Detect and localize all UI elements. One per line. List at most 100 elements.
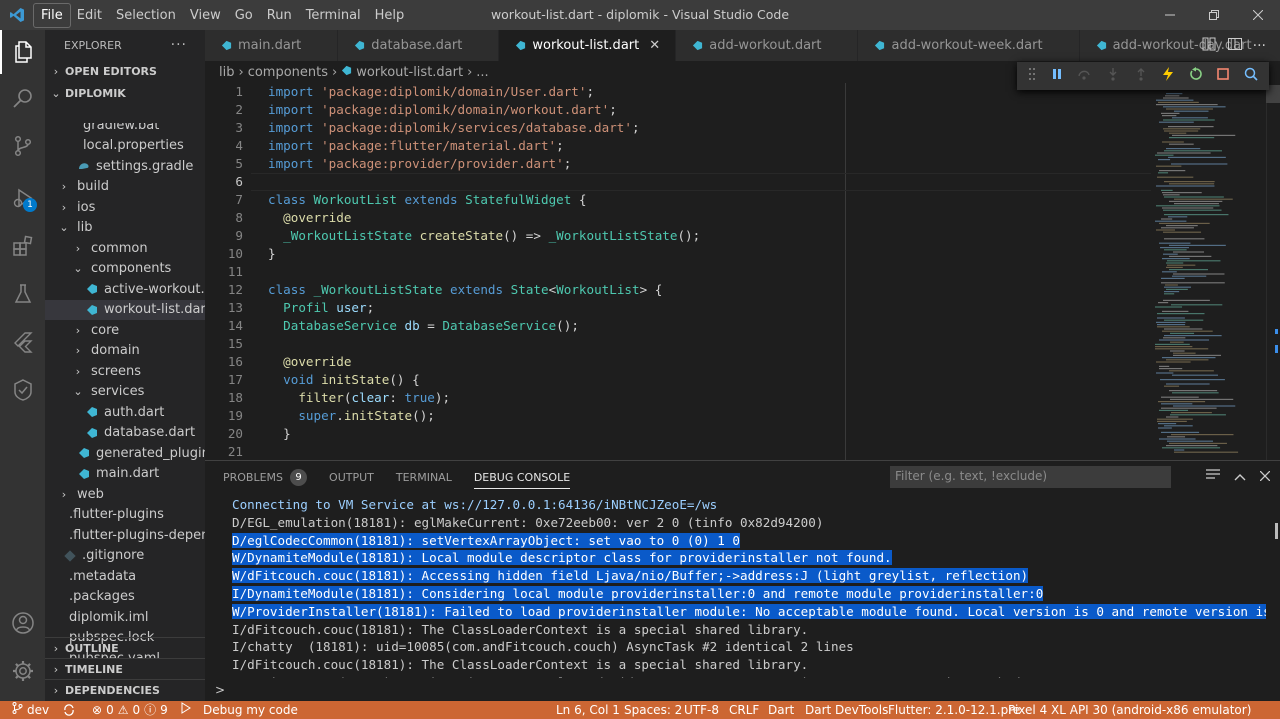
panel-tab-problems[interactable]: PROBLEMS 9	[223, 461, 308, 493]
flutter-version-status[interactable]: Flutter: 2.1.0-12.1.pre	[888, 701, 1020, 719]
menu-go[interactable]: Go	[228, 4, 260, 27]
file-item[interactable]: .flutter-plugins-depen...	[45, 525, 205, 546]
open-editors-section[interactable]: › OPEN EDITORS	[45, 60, 205, 82]
restart-icon[interactable]	[1189, 67, 1203, 85]
step-over-icon[interactable]	[1077, 67, 1091, 85]
line-number: 21	[227, 444, 243, 459]
debug-launch-status[interactable]: Debug my code	[179, 701, 298, 719]
file-item[interactable]: local.properties	[45, 136, 205, 157]
project-section[interactable]: ⌄ DIPLOMIK	[45, 82, 205, 104]
file-item[interactable]: workout-list.dart	[45, 299, 205, 320]
folder-item[interactable]: ⌄ components	[45, 259, 205, 280]
folder-item[interactable]: ⌄ lib	[45, 218, 205, 239]
folder-item[interactable]: › common	[45, 238, 205, 259]
problems-status[interactable]: ⊗ 0 ⚠ 0 ⓘ 9	[92, 701, 168, 719]
folder-item[interactable]: ⌄ services	[45, 382, 205, 403]
close-tab-icon[interactable]: ✕	[649, 38, 663, 53]
branch-status[interactable]: dev	[12, 701, 49, 719]
file-item[interactable]: diplomik.iml	[45, 607, 205, 628]
indentation-status[interactable]: Spaces: 2	[624, 701, 682, 719]
dart-devtools-status[interactable]: Dart DevTools	[805, 701, 888, 719]
split-editor-icon[interactable]	[1227, 36, 1243, 56]
minimize-button[interactable]	[1148, 0, 1192, 30]
manage-gear-icon[interactable]	[0, 649, 45, 693]
menu-run[interactable]: Run	[260, 4, 299, 27]
source-control-icon[interactable]	[0, 124, 45, 168]
account-icon[interactable]	[0, 601, 45, 645]
step-out-icon[interactable]	[1134, 67, 1148, 85]
file-item[interactable]: .flutter-plugins	[45, 505, 205, 526]
outline-section[interactable]: › OUTLINE	[45, 637, 205, 658]
step-into-icon[interactable]	[1106, 67, 1120, 85]
dependencies-section[interactable]: › DEPENDENCIES	[45, 679, 205, 700]
clear-console-icon[interactable]	[1206, 469, 1220, 485]
cursor-position[interactable]: Ln 6, Col 1	[556, 701, 620, 719]
language-mode[interactable]: Dart	[768, 701, 794, 719]
close-panel-icon[interactable]	[1259, 470, 1271, 485]
file-item[interactable]: .gitignore	[45, 546, 205, 567]
restore-button[interactable]	[1192, 0, 1236, 30]
file-item[interactable]: main.dart	[45, 464, 205, 485]
panel-tab-debug-console[interactable]: DEBUG CONSOLE	[473, 461, 571, 493]
file-item[interactable]: .packages	[45, 587, 205, 608]
tab-workout-list-dart[interactable]: workout-list.dart ✕	[499, 30, 677, 61]
file-item[interactable]: settings.gradle	[45, 156, 205, 177]
breadcrumb-item[interactable]: ...	[476, 65, 488, 80]
run-debug-icon[interactable]: 1	[0, 176, 45, 220]
menu-edit[interactable]: Edit	[70, 4, 109, 27]
breadcrumb-item[interactable]: components	[248, 65, 328, 80]
maximize-panel-icon[interactable]	[1234, 470, 1246, 485]
more-actions-icon[interactable]: ···	[1253, 38, 1266, 54]
console-filter-input[interactable]: Filter (e.g. text, !exclude)	[890, 466, 1171, 488]
menu-terminal[interactable]: Terminal	[299, 4, 368, 27]
tab-main-dart[interactable]: main.dart	[205, 30, 339, 61]
testing-icon[interactable]	[0, 272, 45, 316]
stop-icon[interactable]	[1217, 68, 1230, 84]
timeline-section[interactable]: › TIMELINE	[45, 658, 205, 679]
encoding-status[interactable]: UTF-8	[684, 701, 719, 719]
menu-view[interactable]: View	[183, 4, 228, 27]
folder-item[interactable]: › domain	[45, 341, 205, 362]
menu-help[interactable]: Help	[368, 4, 412, 27]
more-actions-icon[interactable]: ···	[171, 37, 187, 53]
file-item[interactable]: generated_plugin_re...	[45, 443, 205, 464]
compare-changes-icon[interactable]	[1201, 36, 1217, 56]
folder-item[interactable]: › ios	[45, 197, 205, 218]
panel-tab-output[interactable]: OUTPUT	[329, 461, 374, 493]
file-item[interactable]: active-workout.dart	[45, 279, 205, 300]
code-editor[interactable]: 1 import 'package:diplomik/domain/User.da…	[205, 83, 1280, 460]
file-item[interactable]: auth.dart	[45, 402, 205, 423]
device-status[interactable]: Pixel 4 XL API 30 (android-x86 emulator)	[1008, 701, 1251, 719]
extensions-icon[interactable]	[0, 224, 45, 268]
menu-selection[interactable]: Selection	[109, 4, 183, 27]
sync-icon[interactable]	[63, 701, 75, 719]
tab-database-dart[interactable]: database.dart	[338, 30, 500, 61]
explorer-icon[interactable]	[0, 30, 45, 74]
tab-add-workout-dart[interactable]: add-workout.dart	[676, 30, 859, 61]
repl-prompt[interactable]: >	[215, 683, 225, 697]
remote-explorer-icon[interactable]	[0, 368, 45, 412]
menu-file[interactable]: File	[33, 2, 71, 28]
breadcrumb-item[interactable]: lib	[219, 65, 234, 80]
drag-handle-icon[interactable]	[1028, 67, 1036, 85]
hot-reload-icon[interactable]	[1162, 67, 1174, 85]
debug-console-output[interactable]: Connecting to VM Service at ws://127.0.0…	[205, 493, 1266, 678]
minimap[interactable]	[1155, 93, 1265, 460]
breadcrumb-item[interactable]: workout-list.dart	[356, 65, 463, 80]
folder-item[interactable]: › core	[45, 320, 205, 341]
folder-item[interactable]: › screens	[45, 361, 205, 382]
close-window-button[interactable]	[1236, 0, 1280, 30]
file-item[interactable]: .metadata	[45, 566, 205, 587]
editor-scrollbar[interactable]	[1266, 83, 1280, 460]
folder-item[interactable]: › build	[45, 177, 205, 198]
folder-item[interactable]: › web	[45, 484, 205, 505]
tab-add-workout-week-dart[interactable]: add-workout-week.dart	[858, 30, 1080, 61]
flutter-icon[interactable]	[0, 320, 45, 364]
pause-icon[interactable]	[1051, 68, 1063, 84]
eol-status[interactable]: CRLF	[729, 701, 759, 719]
file-item[interactable]: gradlew.bat	[45, 123, 205, 136]
file-item[interactable]: database.dart	[45, 423, 205, 444]
search-icon[interactable]	[0, 76, 45, 120]
inspect-widget-icon[interactable]	[1244, 67, 1258, 85]
panel-tab-terminal[interactable]: TERMINAL	[396, 461, 452, 493]
